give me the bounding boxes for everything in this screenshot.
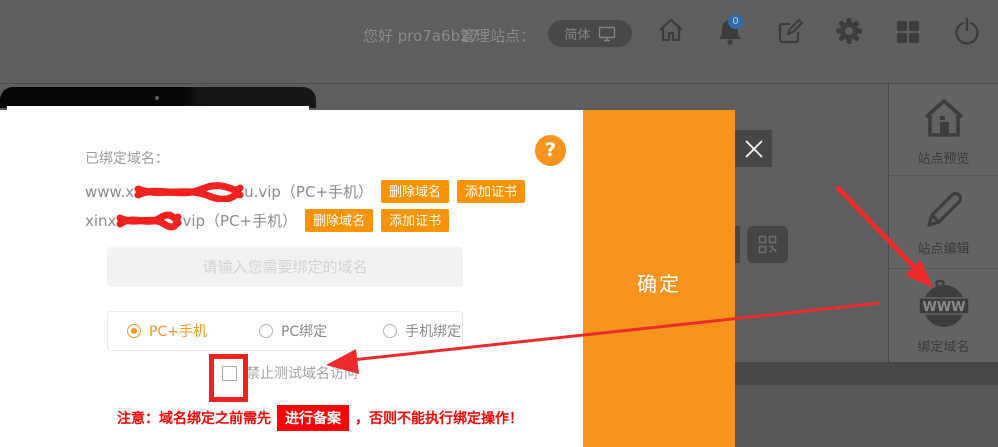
add-certificate-button[interactable]: 添加证书 (381, 209, 449, 232)
bound-domains-label: 已绑定域名： (85, 148, 169, 168)
sidebar-item-divider (889, 175, 998, 176)
language-label: 简体 (564, 24, 590, 43)
sidebar-item-label: 站点编辑 (889, 238, 998, 257)
close-button[interactable] (735, 130, 772, 167)
delete-domain-button[interactable]: 删除域名 (305, 209, 373, 232)
radio-pc-and-mobile[interactable]: PC+手机 (127, 321, 207, 341)
qr-code-icon (758, 235, 777, 254)
do-filing-button[interactable]: 进行备案 (277, 405, 349, 431)
domain-text-prefix: xinx (85, 212, 116, 230)
notification-badge: 0 (728, 14, 743, 29)
redaction-scribble (134, 182, 244, 202)
radio-pc-only[interactable]: PC绑定 (259, 321, 327, 341)
redaction-scribble (116, 211, 182, 231)
bind-mode-group: PC+手机 PC绑定 手机绑定 (107, 311, 463, 351)
radio-icon (383, 324, 397, 338)
radio-mobile-only[interactable]: 手机绑定 (383, 321, 461, 341)
forbid-test-domain-label: 禁止测试域名访问 (246, 363, 358, 383)
power-icon[interactable] (953, 16, 981, 46)
radio-label: 手机绑定 (405, 321, 461, 341)
radio-icon (259, 324, 273, 338)
sidebar-item-site-edit[interactable]: 站点编辑 (889, 188, 998, 257)
note-suffix: ，否则不能执行绑定操作！ (355, 408, 523, 428)
sidebar-item-site-preview[interactable]: 站点预览 (889, 96, 998, 167)
bound-domain-row: www.x u.vip（PC+手机） 删除域名 添加证书 (85, 180, 525, 203)
radio-label: PC绑定 (281, 321, 327, 341)
domain-input[interactable] (107, 247, 463, 287)
header-divider (0, 83, 998, 84)
monitor-icon (598, 26, 616, 42)
record-filing-note: 注意：域名绑定之前需先 进行备案 ，否则不能执行绑定操作！ (117, 405, 523, 431)
add-certificate-button[interactable]: 添加证书 (457, 180, 525, 203)
sidebar-item-bind-domain[interactable]: WWW 绑定域名 (889, 280, 998, 355)
help-icon[interactable]: ? (535, 135, 566, 166)
radio-label: PC+手机 (149, 321, 207, 341)
confirm-button[interactable]: 确定 (583, 110, 735, 447)
home-icon[interactable] (657, 16, 685, 46)
pencil-icon (889, 188, 998, 234)
laptop-camera-dot (155, 96, 159, 100)
home-preview-icon (889, 96, 998, 144)
sidebar-item-divider (889, 268, 998, 269)
page-section-bottom (735, 385, 998, 447)
manage-site-label: 管理站点： (460, 25, 535, 46)
bound-domain-row: xinx vip（PC+手机） 删除域名 添加证书 (85, 209, 449, 232)
close-icon (744, 139, 764, 159)
domain-text-prefix: www.x (85, 183, 134, 201)
qr-code-button[interactable] (747, 226, 788, 263)
annotation-highlight-box (209, 354, 248, 402)
gear-icon[interactable] (835, 16, 863, 46)
partially-hidden-button (735, 226, 740, 263)
bind-domain-dialog: 已绑定域名： ? www.x u.vip（PC+手机） 删除域名 添加证书 xi… (0, 110, 583, 447)
note-prefix: 注意：域名绑定之前需先 (117, 408, 271, 428)
radio-icon (127, 324, 141, 338)
www-icon-text: WWW (922, 300, 965, 315)
domain-text-suffix: u.vip（PC+手机） (244, 181, 373, 202)
page-section-band (735, 362, 998, 385)
www-globe-icon: WWW (889, 280, 998, 332)
delete-domain-button[interactable]: 删除域名 (381, 180, 449, 203)
sidebar-item-label: 站点预览 (889, 148, 998, 167)
language-switch-button[interactable]: 简体 (548, 20, 632, 47)
edit-icon[interactable] (776, 16, 804, 46)
apps-grid-icon[interactable] (894, 16, 922, 46)
sidebar-item-label: 绑定域名 (889, 336, 998, 355)
domain-text-suffix: vip（PC+手机） (182, 210, 297, 231)
